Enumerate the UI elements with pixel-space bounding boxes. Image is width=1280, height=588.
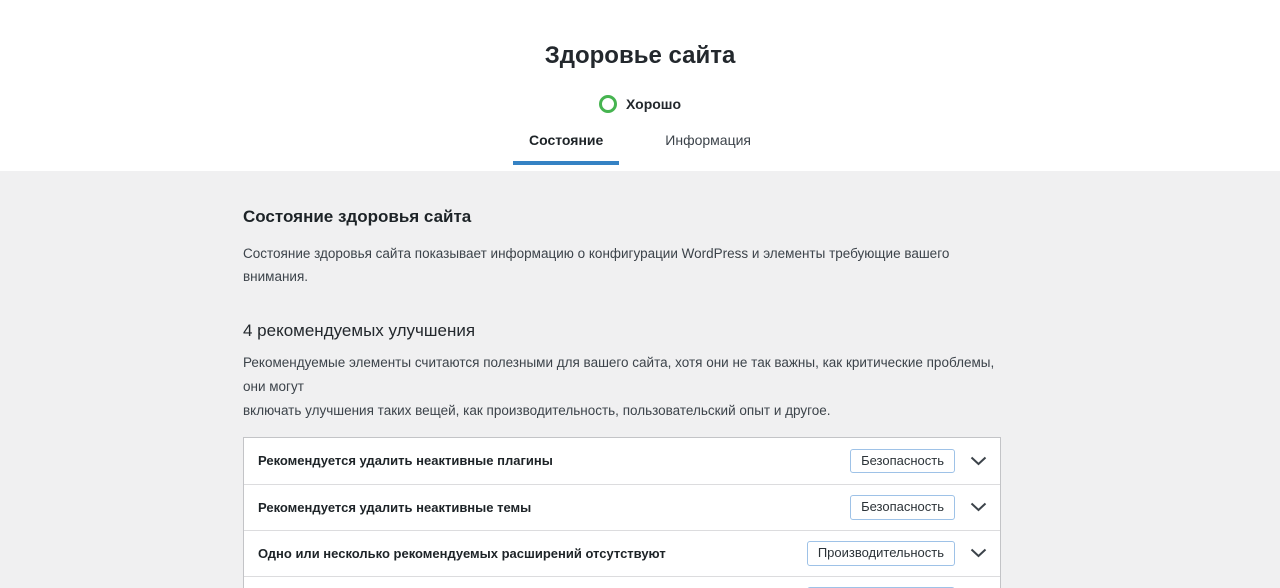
section-title: Состояние здоровья сайта bbox=[243, 205, 1001, 229]
issue-badge: Безопасность bbox=[850, 449, 955, 474]
site-health-header: Здоровье сайта Хорошо Состояние Информац… bbox=[0, 0, 1280, 171]
issue-row-inactive-plugins[interactable]: Рекомендуется удалить неактивные плагины… bbox=[244, 438, 1000, 484]
page-title: Здоровье сайта bbox=[0, 42, 1280, 71]
chevron-down-icon bbox=[970, 548, 987, 558]
tabs-nav: Состояние Информация bbox=[0, 130, 1280, 165]
issue-row-inactive-themes[interactable]: Рекомендуется удалить неактивные темы Бе… bbox=[244, 484, 1000, 530]
tab-info[interactable]: Информация bbox=[649, 130, 767, 165]
content-wrapper: Состояние здоровья сайта Состояние здоро… bbox=[243, 171, 1001, 588]
chevron-down-icon bbox=[970, 456, 987, 466]
issue-label: Рекомендуется удалить неактивные плагины bbox=[258, 453, 553, 468]
chevron-down-icon bbox=[970, 502, 987, 512]
issue-badge: Производительность bbox=[807, 541, 955, 566]
issues-description: Рекомендуемые элементы считаются полезны… bbox=[243, 351, 1001, 423]
good-status-circle-icon bbox=[599, 95, 617, 113]
issues-count-title: 4 рекомендуемых улучшения bbox=[243, 319, 1001, 343]
issue-row-missing-extensions[interactable]: Одно или несколько рекомендуемых расшире… bbox=[244, 530, 1000, 576]
issue-label: Одно или несколько рекомендуемых расшире… bbox=[258, 546, 666, 561]
section-description: Состояние здоровья сайта показывает инфо… bbox=[243, 242, 1001, 289]
status-label: Хорошо bbox=[626, 96, 681, 112]
issue-label: Рекомендуется удалить неактивные темы bbox=[258, 500, 531, 515]
site-health-body: Состояние здоровья сайта Состояние здоро… bbox=[0, 171, 1280, 588]
status-badge: Хорошо bbox=[599, 95, 681, 113]
issue-row-page-cache[interactable]: Кеширование страниц не обнаружено, но вр… bbox=[244, 576, 1000, 588]
issues-accordion: Рекомендуется удалить неактивные плагины… bbox=[243, 437, 1001, 588]
issue-badge: Безопасность bbox=[850, 495, 955, 520]
tab-status[interactable]: Состояние bbox=[513, 130, 619, 165]
